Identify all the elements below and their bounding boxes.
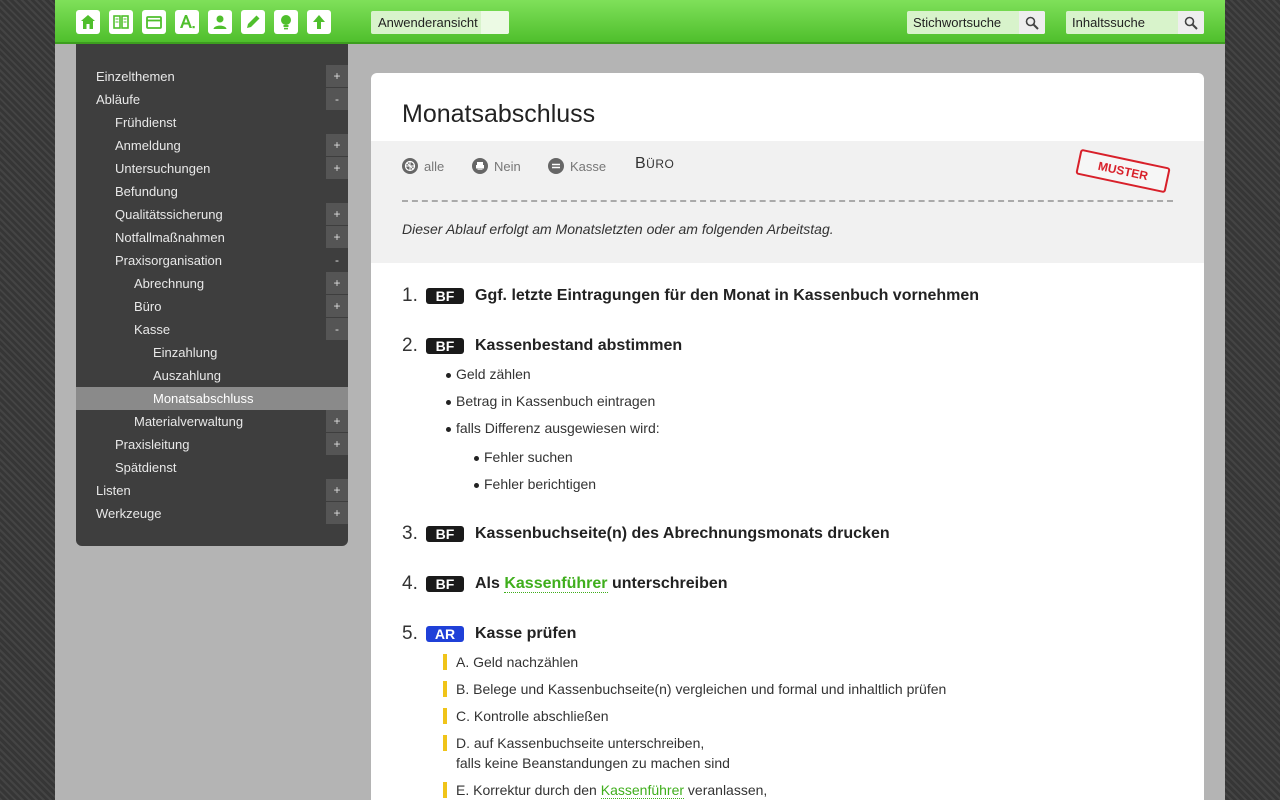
view-selector[interactable]: Anwenderansicht (371, 11, 509, 34)
sidebar-item-monatsabschluss[interactable]: Monatsabschluss (76, 387, 348, 410)
role-badge: BF (426, 576, 464, 592)
expand-toggle[interactable]: + (326, 272, 348, 295)
sidebar-item-qualitaetssicherung[interactable]: Qualitätssicherung + (76, 203, 348, 226)
sidebar-item-kasse[interactable]: Kasse - (76, 318, 348, 341)
expand-toggle[interactable]: + (326, 134, 348, 157)
content-search-input[interactable]: Inhaltssuche (1072, 15, 1145, 30)
step-1: 1. BF Ggf. letzte Eintragungen für den M… (402, 285, 980, 306)
collapse-toggle[interactable]: - (326, 88, 348, 111)
pencil-icon[interactable] (241, 10, 265, 34)
lightbulb-icon[interactable] (274, 10, 298, 34)
search-icon[interactable] (1178, 11, 1204, 34)
sidebar-item-untersuchungen[interactable]: Untersuchungen + (76, 157, 348, 180)
step-4: 4. BF Als Kassenführer unterschreiben (402, 573, 728, 594)
meta-alle: alle (402, 158, 444, 174)
step-3: 3. BF Kassenbuchseite(n) des Abrechnungs… (402, 523, 890, 544)
sidebar-item-praxisleitung[interactable]: Praxisleitung + (76, 433, 348, 456)
sidebar-item-befundung[interactable]: Befundung (76, 180, 348, 203)
printer-icon (472, 158, 488, 174)
step-2: 2. BF Kassenbestand abstimmen (402, 335, 683, 356)
page-title: Monatsabschluss (402, 100, 596, 128)
muster-stamp: MUSTER (1075, 148, 1171, 194)
top-toolbar: Anwenderansicht Stichwortsuche Inhaltssu… (55, 0, 1225, 44)
kassenfuehrer-link[interactable]: Kassenführer (600, 782, 685, 799)
collapse-toggle[interactable]: - (326, 318, 348, 341)
list-item: Betrag in Kassenbuch eintragen (445, 393, 656, 409)
sidebar-item-abrechnung[interactable]: Abrechnung + (76, 272, 348, 295)
sidebar-item-einzelthemen[interactable]: Einzelthemen + (76, 65, 348, 88)
wheel-icon (402, 158, 418, 174)
view-selector-label: Anwenderansicht (378, 15, 478, 30)
expand-toggle[interactable]: + (326, 157, 348, 180)
search-icon[interactable] (1019, 11, 1045, 34)
sidebar-nav: Einzelthemen + Abläufe - Frühdienst Anmeld… (76, 44, 348, 546)
expand-toggle[interactable]: + (326, 203, 348, 226)
sidebar-item-ablaeufe[interactable]: Abläufe - (76, 88, 348, 111)
role-badge: BF (426, 338, 464, 354)
sidebar-item-praxisorganisation[interactable]: Praxisorganisation - (76, 249, 348, 272)
list-item: Geld zählen (446, 366, 531, 382)
font-icon[interactable] (175, 10, 199, 34)
role-badge: BF (426, 526, 464, 542)
expand-toggle[interactable]: + (326, 433, 348, 456)
home-icon[interactable] (76, 10, 100, 34)
arrow-up-icon[interactable] (307, 10, 331, 34)
content-search[interactable]: Inhaltssuche (1066, 11, 1204, 34)
folder-icon[interactable] (142, 10, 166, 34)
role-badge: AR (426, 626, 464, 642)
meta-panel: alle Nein Kasse BÜRO MUSTER Dieser Ablau… (371, 141, 1204, 263)
substep-d: D. auf Kassenbuchseite unterschreiben, f… (443, 735, 730, 771)
book-icon[interactable] (109, 10, 133, 34)
sidebar-item-listen[interactable]: Listen + (76, 479, 348, 502)
list-item: Fehler suchen (474, 449, 573, 465)
expand-toggle[interactable]: + (326, 502, 348, 525)
divider (402, 200, 1173, 202)
substep-c: C. Kontrolle abschließen (443, 708, 609, 724)
sidebar-item-anmeldung[interactable]: Anmeldung + (76, 134, 348, 157)
sidebar-item-einzahlung[interactable]: Einzahlung (76, 341, 348, 364)
expand-toggle[interactable]: + (326, 410, 348, 433)
keyword-search[interactable]: Stichwortsuche (907, 11, 1045, 34)
sidebar-item-auszahlung[interactable]: Auszahlung (76, 364, 348, 387)
keyword-search-input[interactable]: Stichwortsuche (913, 15, 1001, 30)
sidebar-item-buero[interactable]: Büro + (76, 295, 348, 318)
expand-toggle[interactable]: + (326, 226, 348, 249)
list-item: Fehler berichtigen (473, 476, 597, 492)
transfer-icon (548, 158, 564, 174)
sidebar-item-notfallmassnahmen[interactable]: Notfallmaßnahmen + (76, 226, 348, 249)
sidebar-item-fruehdienst[interactable]: Frühdienst (76, 111, 348, 134)
list-item: falls Differenz ausgewiesen wird: (446, 420, 660, 436)
substep-e: E. Korrektur durch den Kassenführer vera… (443, 782, 767, 799)
substep-b: B. Belege und Kassenbuchseite(n) verglei… (443, 681, 946, 697)
meta-buero: BÜRO (635, 155, 675, 172)
sidebar-item-materialverwaltung[interactable]: Materialverwaltung + (76, 410, 348, 433)
sidebar-item-spaetdienst[interactable]: Spätdienst (76, 456, 348, 479)
expand-toggle[interactable]: + (326, 479, 348, 502)
expand-toggle[interactable]: + (326, 65, 348, 88)
role-badge: BF (426, 288, 464, 304)
collapse-toggle[interactable]: - (326, 249, 348, 272)
user-icon[interactable] (208, 10, 232, 34)
expand-toggle[interactable]: + (326, 295, 348, 318)
meta-kasse: Kasse (548, 158, 606, 174)
substep-a: A. Geld nachzählen (443, 654, 578, 670)
step-5: 5. AR Kasse prüfen (402, 623, 577, 644)
sidebar-item-werkzeuge[interactable]: Werkzeuge + (76, 502, 348, 525)
content-panel: Monatsabschluss alle Nein Kasse BÜRO MUS… (371, 73, 1204, 800)
kassenfuehrer-link[interactable]: Kassenführer (504, 575, 608, 593)
meta-nein: Nein (472, 158, 521, 174)
intro-text: Dieser Ablauf erfolgt am Monatsletzten o… (402, 221, 834, 237)
page: Anwenderansicht Stichwortsuche Inhaltssu… (55, 0, 1225, 800)
